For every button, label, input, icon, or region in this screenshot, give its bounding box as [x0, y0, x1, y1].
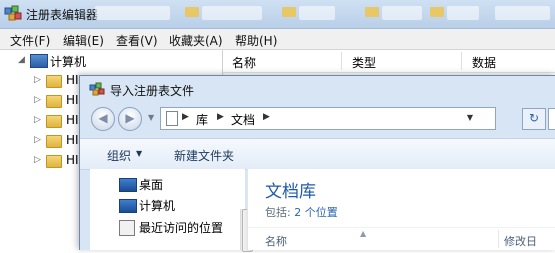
includes-label: 包括:: [265, 206, 291, 219]
folder-icon: [430, 7, 444, 17]
folder-icon: [46, 95, 62, 108]
folder-icon: [46, 155, 62, 168]
refresh-icon[interactable]: ↻: [522, 108, 546, 130]
chevron-down-icon[interactable]: ▼: [467, 113, 473, 122]
expand-icon[interactable]: ▷: [34, 155, 41, 165]
tree-root[interactable]: ◢ 计算机: [0, 52, 220, 70]
library-includes: 包括: 2 个位置: [265, 204, 338, 220]
document-icon: [166, 111, 178, 126]
chevron-right-icon[interactable]: ▶: [217, 112, 224, 122]
recent-places-icon: [119, 220, 135, 236]
nav-item-label: 计算机: [139, 199, 176, 213]
folder-icon: [46, 75, 62, 88]
computer-icon: [30, 54, 48, 68]
column-name[interactable]: 名称: [232, 54, 256, 71]
registry-menu-bar: 文件(F) 编辑(E) 查看(V) 收藏夹(A) 帮助(H): [0, 29, 555, 50]
blurred-tab: [495, 6, 550, 20]
breadcrumb-library[interactable]: 库: [196, 111, 208, 128]
collapse-icon[interactable]: ◢: [18, 55, 25, 65]
library-title: 文档库: [265, 182, 316, 202]
folder-icon: [46, 115, 62, 128]
chevron-right-icon[interactable]: ▶: [182, 112, 189, 122]
folder-icon: [185, 7, 199, 17]
back-icon[interactable]: ◀: [91, 107, 115, 131]
computer-icon: [119, 199, 137, 213]
column-type[interactable]: 类型: [352, 54, 376, 71]
folder-icon: [282, 7, 296, 17]
regedit-icon: [89, 82, 105, 96]
chevron-down-icon[interactable]: ▼: [136, 149, 142, 158]
desktop-icon: [119, 178, 137, 192]
breadcrumb-documents[interactable]: 文档: [231, 111, 255, 128]
tree-item-label: HI: [66, 113, 79, 127]
menu-file[interactable]: 文件(F): [10, 32, 50, 49]
tree-item-label: HI: [66, 93, 79, 107]
registry-window-title: 注册表编辑器: [26, 8, 99, 22]
new-folder-button[interactable]: 新建文件夹: [174, 147, 234, 164]
chevron-right-icon[interactable]: ▶: [263, 112, 270, 122]
blurred-tab: [202, 6, 262, 20]
dialog-toolbar: 组织 ▼ 新建文件夹: [80, 138, 555, 170]
navigation-pane: 桌面 计算机 最近访问的位置: [90, 169, 253, 252]
folder-icon: [365, 7, 379, 17]
column-divider[interactable]: [498, 230, 499, 248]
column-modified[interactable]: 修改日: [504, 233, 537, 253]
blurred-tab: [447, 6, 479, 20]
import-registry-dialog: 导入注册表文件 ◀ ▶ ▼ ▶ 库 ▶ 文档 ▶ ▼ ↻ 组织 ▼ 新建文件夹 …: [79, 75, 555, 252]
organize-button[interactable]: 组织: [107, 147, 131, 164]
expand-icon[interactable]: ▷: [34, 135, 41, 145]
nav-item-recent-places[interactable]: 最近访问的位置: [115, 218, 240, 236]
file-list-header: ▲ 名称 修改日: [248, 227, 555, 250]
expand-icon[interactable]: ▷: [34, 115, 41, 125]
registry-title-bar: 注册表编辑器: [0, 0, 555, 29]
tree-item-label: HI: [66, 133, 79, 147]
file-list-pane: 文档库 包括: 2 个位置 ▲ 名称 修改日: [247, 169, 555, 250]
tree-item-label: HI: [66, 153, 79, 167]
column-data[interactable]: 数据: [472, 54, 496, 71]
menu-view[interactable]: 查看(V): [116, 32, 158, 49]
column-divider[interactable]: [341, 52, 342, 70]
tree-root-label: 计算机: [50, 55, 87, 69]
column-divider[interactable]: [461, 52, 462, 70]
address-row: ◀ ▶ ▼ ▶ 库 ▶ 文档 ▶ ▼ ↻: [80, 104, 555, 132]
history-dropdown-icon[interactable]: ▼: [148, 113, 154, 122]
menu-favorites[interactable]: 收藏夹(A): [169, 32, 223, 49]
dialog-title: 导入注册表文件: [110, 84, 195, 98]
expand-icon[interactable]: ▷: [34, 75, 41, 85]
nav-item-label: 桌面: [139, 178, 164, 192]
locations-link[interactable]: 2 个位置: [294, 206, 338, 219]
nav-item-computer[interactable]: 计算机: [115, 196, 235, 214]
blurred-tab: [382, 6, 422, 20]
folder-icon: [46, 135, 62, 148]
address-bar[interactable]: ▶ 库 ▶ 文档 ▶ ▼: [160, 107, 496, 130]
search-input[interactable]: [548, 108, 555, 130]
menu-edit[interactable]: 编辑(E): [63, 32, 104, 49]
column-name[interactable]: 名称: [265, 233, 287, 253]
menu-help[interactable]: 帮助(H): [235, 32, 277, 49]
expand-icon[interactable]: ▷: [34, 95, 41, 105]
blurred-tab: [299, 6, 335, 20]
nav-item-label: 最近访问的位置: [139, 221, 224, 235]
nav-item-desktop[interactable]: 桌面: [115, 175, 235, 193]
blurred-tab: [95, 6, 170, 20]
regedit-icon: [4, 5, 22, 21]
tree-item-label: HI: [66, 73, 79, 87]
registry-list-header: 名称 类型 数据: [223, 50, 555, 73]
forward-icon[interactable]: ▶: [118, 107, 142, 131]
sort-caret-icon: ▲: [360, 229, 367, 238]
